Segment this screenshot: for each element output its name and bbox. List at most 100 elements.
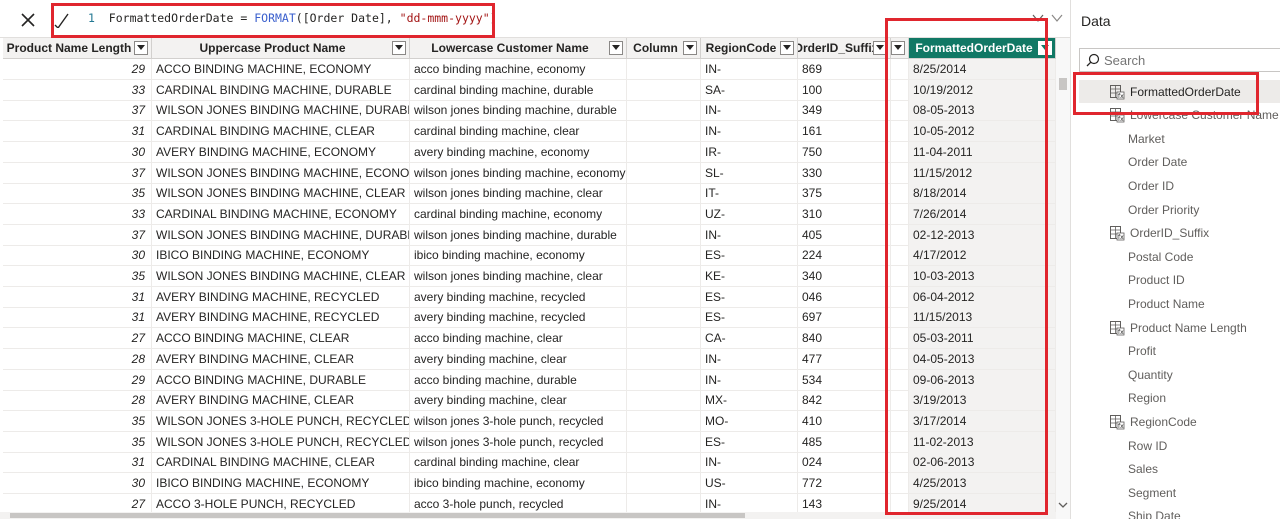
cell-col-product-name-length[interactable]: 37 <box>3 100 152 122</box>
cell-col-column[interactable] <box>627 286 701 308</box>
cell-col-lowercase-customer-name[interactable]: cardinal binding machine, durable <box>410 79 627 101</box>
cell-col-column[interactable] <box>627 473 701 494</box>
cell-col-lowercase-customer-name[interactable]: acco binding machine, economy <box>410 59 627 80</box>
field-item[interactable]: Segment <box>1079 481 1280 504</box>
table-row[interactable]: 31 AVERY BINDING MACHINE, RECYCLED avery b… <box>0 286 1060 308</box>
cell-col-product-name-length[interactable]: 29 <box>3 369 152 391</box>
cell-col-uppercase-product-name[interactable]: WILSON JONES BINDING MACHINE, CLEAR <box>152 183 410 205</box>
column-filter-button[interactable] <box>1038 41 1052 55</box>
cell-col-uppercase-product-name[interactable]: AVERY BINDING MACHINE, ECONOMY <box>152 141 410 163</box>
table-row[interactable]: 30 IBICO BINDING MACHINE, ECONOMY ibico bi… <box>0 245 1060 267</box>
cell-col-column[interactable] <box>627 410 701 432</box>
cell-col-formatted-order-date[interactable]: 11/15/2012 <box>909 162 1056 184</box>
cell-col-product-name-length[interactable]: 31 <box>3 121 152 143</box>
cell-col-formatted-order-date[interactable]: 7/26/2014 <box>909 203 1056 225</box>
table-row[interactable]: 28 AVERY BINDING MACHINE, CLEAR avery bind… <box>0 390 1060 412</box>
cell-col-product-name-length[interactable]: 35 <box>3 183 152 205</box>
cell-col-region-code[interactable]: KE- <box>701 266 798 287</box>
cell-col-lowercase-customer-name[interactable]: ibico binding machine, economy <box>410 473 627 494</box>
cell-col-formatted-order-date[interactable]: 02-12-2013 <box>909 224 1056 246</box>
cell-col-region-code[interactable]: IT- <box>701 183 798 205</box>
cell-col-formatted-order-date[interactable]: 05-03-2011 <box>909 328 1056 350</box>
cell-col-blank[interactable] <box>891 307 909 329</box>
table-row[interactable]: 30 AVERY BINDING MACHINE, ECONOMY avery bi… <box>0 141 1060 163</box>
cell-col-region-code[interactable]: SA- <box>701 79 798 101</box>
cell-col-formatted-order-date[interactable]: 11-02-2013 <box>909 431 1056 453</box>
cell-col-order-id-suffix[interactable]: 840 <box>798 328 891 350</box>
cell-col-order-id-suffix[interactable]: 842 <box>798 390 891 412</box>
cell-col-column[interactable] <box>627 59 701 80</box>
cell-col-uppercase-product-name[interactable]: CARDINAL BINDING MACHINE, CLEAR <box>152 121 410 143</box>
cell-col-blank[interactable] <box>891 100 909 122</box>
field-item[interactable]: Region <box>1079 387 1280 410</box>
column-filter-button[interactable] <box>609 41 623 55</box>
table-row[interactable]: 35 WILSON JONES BINDING MACHINE, CLEAR wil… <box>0 183 1060 205</box>
cell-col-lowercase-customer-name[interactable]: avery binding machine, recycled <box>410 286 627 308</box>
cell-col-formatted-order-date[interactable]: 04-05-2013 <box>909 348 1056 370</box>
field-item[interactable]: Ship Date <box>1079 505 1280 519</box>
cell-col-formatted-order-date[interactable]: 10-05-2012 <box>909 121 1056 143</box>
cell-col-blank[interactable] <box>891 266 909 287</box>
cell-col-region-code[interactable]: IN- <box>701 224 798 246</box>
cell-col-blank[interactable] <box>891 183 909 205</box>
cell-col-blank[interactable] <box>891 162 909 184</box>
cell-col-blank[interactable] <box>891 431 909 453</box>
cell-col-uppercase-product-name[interactable]: ACCO BINDING MACHINE, ECONOMY <box>152 59 410 80</box>
cell-col-column[interactable] <box>627 348 701 370</box>
cell-col-product-name-length[interactable]: 31 <box>3 286 152 308</box>
column-filter-button[interactable] <box>780 41 794 55</box>
cell-col-order-id-suffix[interactable]: 046 <box>798 286 891 308</box>
cell-col-blank[interactable] <box>891 473 909 494</box>
cell-col-product-name-length[interactable]: 33 <box>3 79 152 101</box>
commit-formula-button[interactable] <box>48 8 74 32</box>
table-row[interactable]: 37 WILSON JONES BINDING MACHINE, DURABLE w… <box>0 224 1060 246</box>
cell-col-product-name-length[interactable]: 30 <box>3 473 152 494</box>
column-filter-button[interactable] <box>134 41 148 55</box>
cell-col-blank[interactable] <box>891 328 909 350</box>
cell-col-lowercase-customer-name[interactable]: avery binding machine, economy <box>410 141 627 163</box>
cell-col-blank[interactable] <box>891 369 909 391</box>
field-item[interactable]: Product Name <box>1079 292 1280 315</box>
field-item[interactable]: Order Priority <box>1079 198 1280 221</box>
cell-col-uppercase-product-name[interactable]: AVERY BINDING MACHINE, RECYCLED <box>152 286 410 308</box>
cell-col-blank[interactable] <box>891 410 909 432</box>
table-row[interactable]: 30 IBICO BINDING MACHINE, ECONOMY ibico bi… <box>0 473 1060 494</box>
header-col-column[interactable]: Column <box>627 38 701 59</box>
cell-col-column[interactable] <box>627 224 701 246</box>
vertical-scrollbar[interactable] <box>1056 38 1070 519</box>
cell-col-uppercase-product-name[interactable]: WILSON JONES 3-HOLE PUNCH, RECYCLED <box>152 410 410 432</box>
table-row[interactable]: 35 WILSON JONES BINDING MACHINE, CLEAR wil… <box>0 266 1060 287</box>
cell-col-blank[interactable] <box>891 121 909 143</box>
cell-col-blank[interactable] <box>891 390 909 412</box>
table-row[interactable]: 27 ACCO BINDING MACHINE, CLEAR acco bindin… <box>0 328 1060 350</box>
header-col-uppercase-product-name[interactable]: Uppercase Product Name <box>152 38 410 59</box>
cell-col-order-id-suffix[interactable]: 750 <box>798 141 891 163</box>
cell-col-formatted-order-date[interactable]: 11/15/2013 <box>909 307 1056 329</box>
cell-col-uppercase-product-name[interactable]: AVERY BINDING MACHINE, CLEAR <box>152 348 410 370</box>
cell-col-product-name-length[interactable]: 31 <box>3 452 152 474</box>
cell-col-order-id-suffix[interactable]: 534 <box>798 369 891 391</box>
column-filter-button[interactable] <box>683 41 697 55</box>
table-row[interactable]: 37 WILSON JONES BINDING MACHINE, ECONOMY w… <box>0 162 1060 184</box>
cell-col-order-id-suffix[interactable]: 405 <box>798 224 891 246</box>
cell-col-column[interactable] <box>627 266 701 287</box>
cell-col-column[interactable] <box>627 369 701 391</box>
cell-col-formatted-order-date[interactable]: 4/17/2012 <box>909 245 1056 267</box>
cell-col-lowercase-customer-name[interactable]: ibico binding machine, economy <box>410 245 627 267</box>
cell-col-uppercase-product-name[interactable]: WILSON JONES BINDING MACHINE, ECONOMY <box>152 162 410 184</box>
table-row[interactable]: 31 CARDINAL BINDING MACHINE, CLEAR cardina… <box>0 121 1060 143</box>
cell-col-column[interactable] <box>627 328 701 350</box>
formula-editor[interactable]: 1 FormattedOrderDate = FORMAT([Order Dat… <box>88 11 497 25</box>
field-item[interactable]: Row ID <box>1079 434 1280 457</box>
cell-col-formatted-order-date[interactable]: 10/19/2012 <box>909 79 1056 101</box>
cell-col-product-name-length[interactable]: 31 <box>3 307 152 329</box>
cell-col-order-id-suffix[interactable]: 485 <box>798 431 891 453</box>
field-item[interactable]: Profit <box>1079 340 1280 363</box>
cell-col-column[interactable] <box>627 245 701 267</box>
table-row[interactable]: 29 ACCO BINDING MACHINE, DURABLE acco bind… <box>0 369 1060 391</box>
cell-col-formatted-order-date[interactable]: 3/17/2014 <box>909 410 1056 432</box>
table-row[interactable]: 35 WILSON JONES 3-HOLE PUNCH, RECYCLED wil… <box>0 410 1060 432</box>
cell-col-formatted-order-date[interactable]: 06-04-2012 <box>909 286 1056 308</box>
cell-col-formatted-order-date[interactable]: 8/25/2014 <box>909 59 1056 80</box>
cell-col-lowercase-customer-name[interactable]: wilson jones binding machine, durable <box>410 224 627 246</box>
